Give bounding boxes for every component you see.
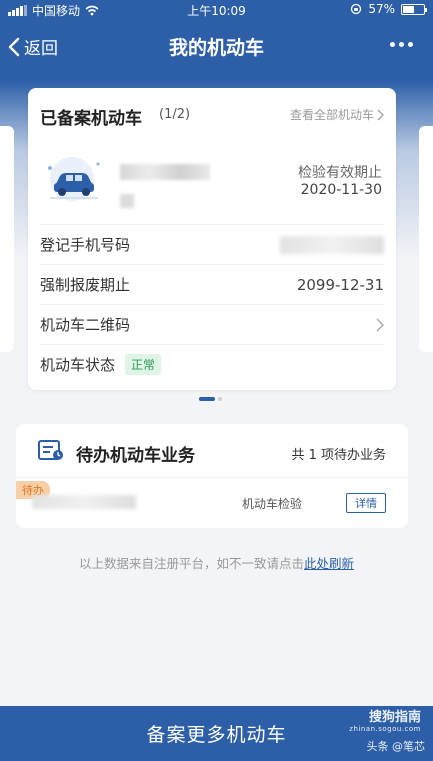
refresh-link[interactable]: 此处刷新	[304, 556, 354, 571]
business-type: 机动车检验	[242, 497, 303, 511]
clipboard-icon	[38, 440, 63, 460]
watermark-domain: zhinan.sogou.com	[349, 725, 421, 733]
pager-dots	[199, 397, 222, 401]
qr-code-label: 机动车二维码	[40, 316, 131, 334]
pending-vehicle-redacted	[32, 495, 136, 509]
battery-percent: 57%	[368, 2, 395, 16]
scrap-date-value: 2099-12-31	[296, 275, 384, 294]
pending-count: 共 1 项待办业务	[291, 448, 386, 463]
plate-type-redacted	[120, 194, 134, 208]
register-more-label: 备案更多机动车	[146, 724, 287, 746]
chevron-right-icon	[376, 318, 384, 331]
nav-bar: 返回 我的机动车	[0, 22, 433, 70]
data-source-note: 以上数据来自注册平台，如不一致请点击此处刷新	[0, 553, 433, 572]
status-right: 57%	[350, 2, 427, 16]
car-icon	[48, 157, 100, 201]
inspection-label: 检验有效期止	[298, 165, 382, 181]
previous-card-peek[interactable]	[0, 126, 14, 352]
qr-code-row[interactable]: 机动车二维码	[40, 304, 384, 344]
pending-business-card: 待办机动车业务 共 1 项待办业务 待办 机动车检验 详情	[16, 424, 408, 528]
pager-dot-active	[199, 397, 215, 401]
next-card-peek[interactable]	[419, 126, 433, 352]
note-text: 以上数据来自注册平台，如不一致请点击	[78, 556, 304, 571]
divider	[16, 477, 408, 478]
plate-number-redacted	[120, 164, 210, 180]
inspection-date: 2020-11-30	[300, 182, 382, 198]
scrap-date-row: 强制报废期止 2099-12-31	[40, 264, 384, 304]
status-badge: 正常	[125, 354, 162, 375]
details-button[interactable]: 详情	[346, 493, 386, 513]
phone-row: 登记手机号码	[40, 224, 384, 264]
battery-icon	[401, 3, 427, 15]
sogou-watermark: 搜狗指南 zhinan.sogou.com	[349, 706, 421, 733]
vehicle-card-title: 已备案机动车	[40, 109, 142, 129]
status-label: 机动车状态	[40, 356, 116, 374]
pending-card-title: 待办机动车业务	[76, 446, 195, 466]
status-bar: 中国移动 上午10:09 57%	[0, 0, 433, 20]
watermark-brand: 搜狗指南	[368, 710, 421, 725]
view-all-label: 查看全部机动车	[289, 108, 374, 122]
orientation-lock-icon	[351, 3, 362, 15]
phone-label: 登记手机号码	[40, 236, 131, 254]
author-watermark: 头条 @笔芯	[366, 740, 426, 753]
chevron-right-icon	[377, 109, 384, 120]
pager-dot	[218, 397, 222, 401]
vehicle-card: 已备案机动车 (1/2) 查看全部机动车 检验有效期止 2020-11-30 登…	[28, 88, 396, 390]
page-title: 我的机动车	[168, 37, 264, 59]
vehicle-count: (1/2)	[159, 107, 191, 122]
more-menu-icon[interactable]	[390, 42, 413, 47]
view-all-vehicles-link[interactable]: 查看全部机动车	[290, 106, 384, 123]
phone-value-redacted	[280, 235, 384, 254]
status-row: 机动车状态 正常	[40, 344, 384, 384]
scrap-date-label: 强制报废期止	[40, 276, 131, 294]
